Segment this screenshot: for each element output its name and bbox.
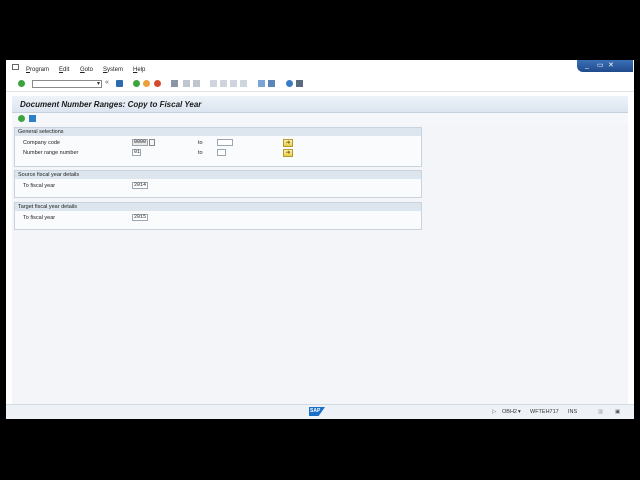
chevron-down-icon[interactable]: ▾ [518, 409, 521, 415]
next-page-icon[interactable] [230, 80, 237, 87]
source-fiscal-year-field[interactable]: 2014 [132, 182, 148, 189]
menu-goto[interactable]: Goto [80, 67, 93, 73]
cancel-icon[interactable] [154, 80, 161, 87]
group-title: Source fiscal year details [15, 171, 421, 179]
status-system: OBH2 [502, 409, 517, 415]
multiple-selection-icon[interactable]: ➜ [283, 139, 293, 147]
status-insert-mode: INS [568, 409, 578, 415]
company-code-to-label: to [198, 140, 203, 146]
close-icon[interactable]: ✕ [608, 62, 614, 69]
customize-layout-icon[interactable] [296, 80, 303, 87]
sap-logo: SAP [309, 407, 325, 416]
target-fiscal-year-label: To fiscal year [23, 215, 56, 221]
window-controls: _ ▭ ✕ [577, 60, 633, 72]
save-icon[interactable] [116, 80, 123, 87]
company-code-label: Company code [23, 140, 60, 146]
minimize-icon[interactable]: _ [585, 62, 589, 69]
menu-help[interactable]: Help [133, 67, 145, 73]
group-title: Target fiscal year details [15, 203, 421, 211]
source-fiscal-year-group: Source fiscal year details To fiscal yea… [14, 170, 422, 198]
last-page-icon[interactable] [240, 80, 247, 87]
company-code-to-field[interactable] [217, 139, 233, 146]
number-range-field[interactable]: 01 [132, 149, 141, 156]
info-icon[interactable] [29, 115, 36, 122]
company-code-field[interactable]: 0000 [132, 139, 148, 146]
status-grip-icon: ▥ [598, 409, 604, 415]
main-content: General selections Company code 0000 to … [12, 125, 628, 405]
new-session-icon[interactable] [258, 80, 265, 87]
print-icon[interactable] [171, 80, 178, 87]
group-title: General selections [15, 128, 421, 136]
number-range-to-field[interactable] [217, 149, 226, 156]
status-server: WFTEH717 [530, 409, 559, 415]
shortcut-icon[interactable] [268, 80, 275, 87]
search-help-icon[interactable] [149, 139, 155, 146]
maximize-icon[interactable]: ▭ [597, 62, 604, 69]
standard-toolbar: ▾ « [6, 77, 634, 92]
back-double-icon[interactable]: « [105, 79, 112, 86]
title-bar: Document Number Ranges: Copy to Fiscal Y… [12, 96, 628, 113]
number-range-label: Number range number [23, 150, 79, 156]
find-next-icon[interactable] [193, 80, 200, 87]
status-expand-icon[interactable]: ▷ [492, 409, 496, 415]
first-page-icon[interactable] [210, 80, 217, 87]
menu-system[interactable]: System [103, 67, 123, 73]
sap-window: Program Edit Goto System Help _ ▭ ✕ ▾ « [6, 60, 634, 419]
menu-program[interactable]: Program [26, 67, 49, 73]
enter-icon[interactable] [18, 80, 25, 87]
multiple-selection-icon[interactable]: ➜ [283, 149, 293, 157]
menu-edit[interactable]: Edit [59, 67, 69, 73]
help-icon[interactable] [286, 80, 293, 87]
general-selections-group: General selections Company code 0000 to … [14, 127, 422, 167]
chevron-down-icon[interactable]: ▾ [97, 80, 100, 87]
application-toolbar [12, 113, 628, 125]
menu-bar: Program Edit Goto System Help _ ▭ ✕ [6, 60, 634, 76]
command-field[interactable]: ▾ [32, 80, 102, 88]
back-icon[interactable] [133, 80, 140, 87]
previous-page-icon[interactable] [220, 80, 227, 87]
sap-menu-icon[interactable] [12, 64, 19, 70]
status-lock-icon[interactable]: ▣ [615, 409, 620, 415]
target-fiscal-year-field[interactable]: 2015 [132, 214, 148, 221]
number-range-to-label: to [198, 150, 203, 156]
status-bar: SAP ▷ OBH2 ▾ WFTEH717 INS ▥ ▣ [6, 404, 634, 419]
target-fiscal-year-group: Target fiscal year details To fiscal yea… [14, 202, 422, 230]
source-fiscal-year-label: To fiscal year [23, 183, 56, 189]
find-icon[interactable] [183, 80, 190, 87]
page-title: Document Number Ranges: Copy to Fiscal Y… [20, 100, 202, 109]
execute-icon[interactable] [18, 115, 25, 122]
exit-icon[interactable] [143, 80, 150, 87]
